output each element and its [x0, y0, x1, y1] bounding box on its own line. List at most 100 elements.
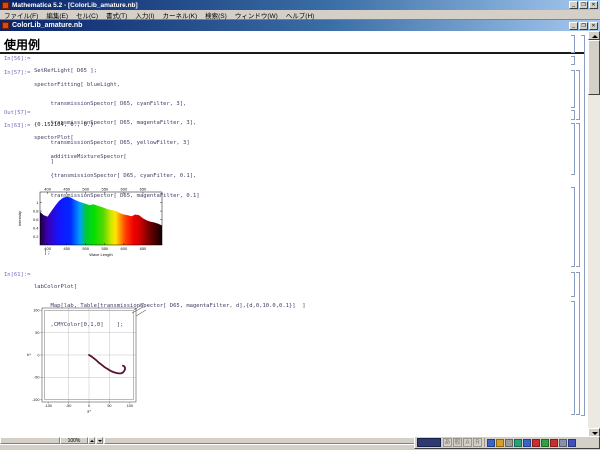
menu-input[interactable]: 入力(I) [131, 10, 158, 20]
doc-restore-button[interactable]: ❐ [579, 22, 588, 30]
section-group-bracket[interactable] [581, 35, 585, 416]
svg-text:400: 400 [44, 187, 51, 192]
svg-text:-100: -100 [44, 404, 52, 408]
tray-icon[interactable] [559, 439, 567, 447]
code-line[interactable]: transmissionSpector[ D65, cyanFilter, 3]… [34, 101, 196, 108]
svg-text:50: 50 [107, 404, 111, 408]
app-title: Mathematica 5.2 - [ColorLib_amature.nb] [12, 2, 569, 9]
spectrum-plot[interactable]: 4004004504505005005505506006006506500.20… [14, 187, 169, 267]
status-panel [0, 437, 60, 444]
svg-text:0.2: 0.2 [33, 234, 39, 239]
vertical-scrollbar[interactable] [588, 31, 600, 437]
ime-status-box[interactable] [417, 438, 441, 447]
tray-icons [487, 439, 576, 447]
svg-text:650: 650 [140, 187, 147, 192]
document-titlebar[interactable]: ColorLib_amature.nb _ ❐ ✕ [0, 20, 600, 31]
cell-bracket[interactable] [571, 35, 575, 53]
zoom-up-button[interactable] [88, 437, 95, 444]
tray-icon[interactable] [568, 439, 576, 447]
tray-separator [484, 438, 485, 447]
menu-cell[interactable]: セル(C) [72, 10, 102, 20]
cell-group-bracket[interactable] [576, 272, 580, 415]
vertical-scrollbar-thumb[interactable] [588, 40, 600, 95]
code-line[interactable]: spectorFitting[ blueLight, [34, 82, 196, 89]
app-titlebar[interactable]: Mathematica 5.2 - [ColorLib_amature.nb] … [0, 0, 600, 10]
code-line[interactable]: labColorPlot[ [34, 284, 306, 291]
menu-window[interactable]: ウィンドウ(W) [231, 10, 282, 20]
lab-color-plot[interactable]: -100-50050100100500-50-100a*b* [22, 301, 154, 415]
menu-edit[interactable]: 編集(E) [42, 10, 72, 20]
ime-toolbar: あ般AR [443, 438, 482, 447]
cell-bracket[interactable] [571, 301, 575, 415]
ime-button[interactable]: 般 [453, 438, 462, 447]
svg-text:50: 50 [35, 331, 39, 335]
cell-bracket[interactable] [571, 123, 575, 175]
menu-kernel[interactable]: カーネル(K) [158, 10, 201, 20]
svg-text:500: 500 [82, 246, 89, 251]
tray-icon[interactable] [550, 439, 558, 447]
svg-text:100: 100 [33, 309, 39, 313]
cell-group-bracket[interactable] [576, 123, 580, 267]
tray-icon[interactable] [514, 439, 522, 447]
ime-button[interactable]: あ [443, 438, 452, 447]
menu-format[interactable]: 書式(T) [102, 10, 131, 20]
menubar: ファイル(F) 編集(E) セル(C) 書式(T) 入力(I) カーネル(K) … [0, 10, 600, 20]
cell-label: In[61]:= [4, 272, 31, 278]
doc-minimize-button[interactable]: _ [569, 22, 578, 30]
minimize-button[interactable]: _ [569, 1, 578, 9]
triangle-down-icon [98, 440, 102, 442]
menu-help[interactable]: ヘルプ(H) [282, 10, 319, 20]
cell-label: In[57]:= [4, 70, 31, 76]
svg-text:600: 600 [121, 246, 128, 251]
cell-bracket[interactable] [571, 70, 575, 108]
cell-group-bracket[interactable] [576, 70, 580, 120]
svg-text:400: 400 [44, 246, 51, 251]
cell-label: In[63]:= [4, 123, 31, 129]
cell-bracket[interactable] [571, 110, 575, 120]
scroll-up-button[interactable] [588, 31, 600, 40]
svg-text:a*: a* [87, 409, 91, 414]
document-title: ColorLib_amature.nb [12, 22, 569, 29]
restore-button[interactable]: ❐ [579, 1, 588, 9]
tray-icon[interactable] [505, 439, 513, 447]
cell-label: In[56]:= [4, 56, 31, 62]
tray-icon[interactable] [487, 439, 495, 447]
menu-find[interactable]: 検索(S) [201, 10, 231, 20]
svg-text:0.6: 0.6 [33, 217, 39, 222]
tray-icon[interactable] [541, 439, 549, 447]
arrow-up-icon [592, 35, 598, 38]
system-tray: あ般AR [414, 436, 600, 449]
cell-bracket[interactable] [571, 56, 575, 65]
mathematica-app-icon [2, 2, 9, 9]
svg-text:600: 600 [121, 187, 128, 192]
svg-text:-50: -50 [34, 376, 40, 380]
cell-label: Out[57]= [4, 110, 31, 116]
menu-file[interactable]: ファイル(F) [0, 10, 42, 20]
code-line[interactable]: {transmissionSpector[ D65, cyanFilter, 0… [34, 173, 200, 180]
svg-text:-50: -50 [66, 404, 72, 408]
cell-bracket[interactable] [571, 272, 575, 297]
svg-text:0: 0 [88, 404, 90, 408]
mathematica-window: Mathematica 5.2 - [ColorLib_amature.nb] … [0, 0, 600, 450]
svg-text:100: 100 [127, 404, 133, 408]
doc-close-button[interactable]: ✕ [589, 22, 598, 30]
tray-icon[interactable] [523, 439, 531, 447]
magnification-control[interactable]: 100% [60, 437, 88, 444]
code-line[interactable]: additiveMixtureSpector[ [34, 154, 200, 161]
close-button[interactable]: ✕ [589, 1, 598, 9]
ime-button[interactable]: A [463, 438, 472, 447]
tray-icon[interactable] [532, 439, 540, 447]
tray-icon[interactable] [496, 439, 504, 447]
svg-text:Intensity: Intensity [17, 211, 22, 226]
svg-text:550: 550 [101, 187, 108, 192]
ime-button[interactable]: R [473, 438, 482, 447]
svg-text:1: 1 [36, 200, 39, 205]
cell-bracket[interactable] [571, 187, 575, 267]
zoom-down-button[interactable] [96, 437, 103, 444]
code-line[interactable]: spectorPlot[ [34, 135, 200, 142]
section-heading: 使用例 [4, 36, 40, 53]
svg-text:550: 550 [101, 246, 108, 251]
svg-text:0.8: 0.8 [33, 208, 39, 213]
arrow-down-icon [592, 432, 598, 435]
svg-text:650: 650 [140, 246, 147, 251]
